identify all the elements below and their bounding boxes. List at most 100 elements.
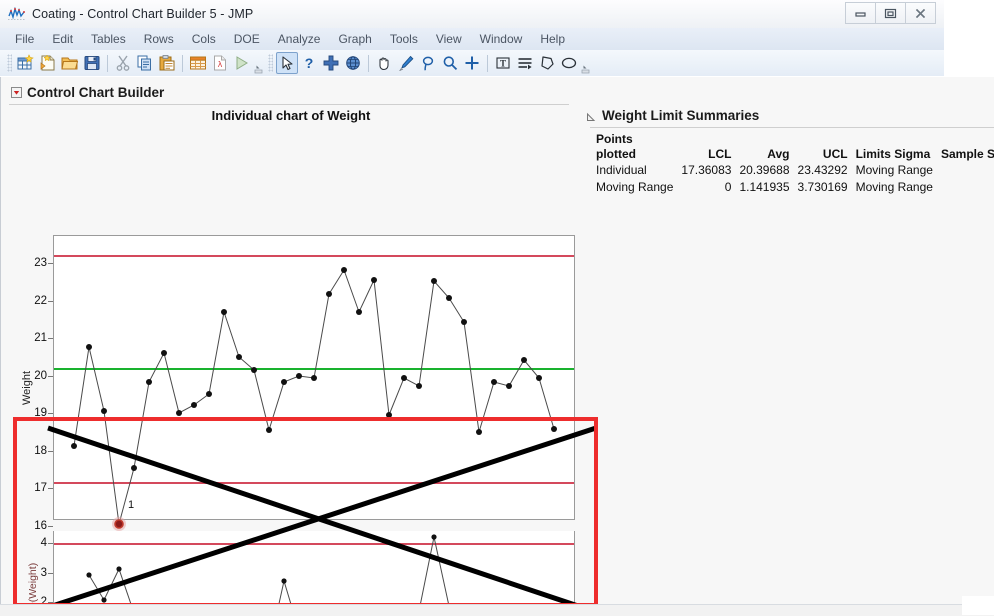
line-tool-icon[interactable] <box>514 52 536 74</box>
menu-cols[interactable]: Cols <box>183 30 225 48</box>
summaries-header-row-1: Points <box>592 131 994 146</box>
toolbar-separator-3 <box>368 55 369 72</box>
summaries-outline[interactable]: Weight Limit Summaries <box>584 105 994 126</box>
y-tick-20: 20 <box>17 370 47 382</box>
red-triangle-icon[interactable] <box>11 87 22 98</box>
y-tickmark-17 <box>48 488 53 489</box>
cell-ucl: 3.730169 <box>794 178 852 195</box>
new-script-icon[interactable] <box>37 52 59 74</box>
question-help-icon[interactable]: ? <box>298 52 320 74</box>
menu-tools[interactable]: Tools <box>381 30 427 48</box>
crosshairs-icon[interactable] <box>461 52 483 74</box>
violation-label: 1 <box>128 499 134 511</box>
toolbar-overflow-1[interactable] <box>253 52 265 74</box>
cell-lcl: 0 <box>677 178 735 195</box>
toolbar-overflow-2[interactable] <box>580 52 592 74</box>
open-icon[interactable] <box>59 52 81 74</box>
brush-icon[interactable] <box>395 52 417 74</box>
bottom-right-fill <box>962 596 994 615</box>
report-area: Control Chart Builder Individual chart o… <box>0 77 994 615</box>
copy-icon[interactable] <box>134 52 156 74</box>
data-table-icon[interactable] <box>187 52 209 74</box>
menu-view[interactable]: View <box>427 30 471 48</box>
arrow-select-icon[interactable] <box>276 52 298 74</box>
oval-tool-icon[interactable] <box>558 52 580 74</box>
y-tickmark-16 <box>48 526 53 527</box>
violation-marker-1[interactable] <box>112 517 126 531</box>
bottom-strip <box>0 604 994 616</box>
lasso-icon[interactable] <box>417 52 439 74</box>
hand-grabber-icon[interactable] <box>373 52 395 74</box>
table-row[interactable]: Moving Range 0 1.141935 3.730169 Moving … <box>592 178 994 195</box>
window-right-fill <box>944 0 994 77</box>
summaries-thead: Points plotted LCL Avg UCL Limits Sigma … <box>592 131 994 161</box>
weight-limit-summaries-panel: Weight Limit Summaries Points plotted <box>584 105 994 225</box>
spacer-ucl <box>794 131 852 146</box>
cell-ucl: 23.43292 <box>794 161 852 178</box>
toolbar-separator-4 <box>487 55 488 72</box>
menu-bar: File Edit Tables Rows Cols DOE Analyze G… <box>0 28 944 50</box>
menu-analyze[interactable]: Analyze <box>269 30 330 48</box>
cut-icon[interactable] <box>112 52 134 74</box>
magnifier-icon[interactable] <box>439 52 461 74</box>
svg-text:?: ? <box>305 55 314 71</box>
individual-chart-plot[interactable]: 1 <box>53 235 575 520</box>
grey-triangle-icon[interactable] <box>586 110 597 121</box>
menu-file[interactable]: File <box>6 30 43 48</box>
toolbar-grip-1[interactable] <box>7 54 12 72</box>
col-plotted: plotted <box>592 146 677 161</box>
spacer-limits <box>852 131 937 146</box>
spacer-sample <box>937 131 994 146</box>
y-tickmark-20 <box>48 376 53 377</box>
col-points-line1: Points <box>592 131 677 146</box>
menu-doe[interactable]: DOE <box>225 30 269 48</box>
chart-title: Individual chart of Weight <box>1 108 581 123</box>
menu-help[interactable]: Help <box>531 30 574 48</box>
menu-edit[interactable]: Edit <box>43 30 82 48</box>
svg-text:T: T <box>500 59 506 69</box>
new-data-table-icon[interactable] <box>15 52 37 74</box>
restore-button[interactable] <box>875 2 906 24</box>
summaries-title: Weight Limit Summaries <box>602 108 759 123</box>
script-run-icon[interactable]: λ <box>209 52 231 74</box>
run-script-icon[interactable] <box>231 52 253 74</box>
y-tickmark-21 <box>48 338 53 339</box>
y-tickmark-19 <box>48 413 53 414</box>
annotate-text-icon[interactable]: T <box>492 52 514 74</box>
menu-graph[interactable]: Graph <box>329 30 380 48</box>
y-tickmark-23 <box>48 263 53 264</box>
polygon-tool-icon[interactable] <box>536 52 558 74</box>
col-ucl: UCL <box>794 146 852 161</box>
globe-icon[interactable] <box>342 52 364 74</box>
save-icon[interactable] <box>81 52 103 74</box>
paste-icon[interactable] <box>156 52 178 74</box>
cell-plotted: Moving Range <box>592 178 677 195</box>
close-button[interactable] <box>905 2 936 24</box>
moving-range-plot[interactable] <box>53 531 575 615</box>
col-avg: Avg <box>735 146 793 161</box>
individual-series <box>54 236 574 519</box>
y-tick-23: 23 <box>17 257 47 269</box>
table-row[interactable]: Individual 17.36083 20.39688 23.43292 Mo… <box>592 161 994 178</box>
minimize-button[interactable] <box>845 2 876 24</box>
control-chart-builder-outline[interactable]: Control Chart Builder <box>1 82 994 102</box>
app-root: Coating - Control Chart Builder 5 - JMP … <box>0 0 994 615</box>
y-tick-19: 19 <box>17 407 47 419</box>
y-tick-mr-3: 3 <box>17 567 47 579</box>
y-tickmark-mr-3 <box>48 573 53 574</box>
individual-line <box>74 270 554 524</box>
menu-rows[interactable]: Rows <box>135 30 183 48</box>
svg-text:λ: λ <box>218 60 223 69</box>
col-limits-sigma: Limits Sigma <box>852 146 937 161</box>
cell-avg: 20.39688 <box>735 161 793 178</box>
cell-plotted: Individual <box>592 161 677 178</box>
crosshair-move-icon[interactable] <box>320 52 342 74</box>
menu-tables[interactable]: Tables <box>82 30 135 48</box>
jmp-window: Coating - Control Chart Builder 5 - JMP … <box>0 0 944 76</box>
menu-window[interactable]: Window <box>471 30 532 48</box>
chart-block: Individual chart of Weight Weight Moving… <box>1 105 601 615</box>
summaries-table: Points plotted LCL Avg UCL Limits Sigma … <box>592 131 994 195</box>
col-sample-size: Sample Size <box>937 146 994 161</box>
cell-avg: 1.141935 <box>735 178 793 195</box>
toolbar-grip-2[interactable] <box>268 54 273 72</box>
